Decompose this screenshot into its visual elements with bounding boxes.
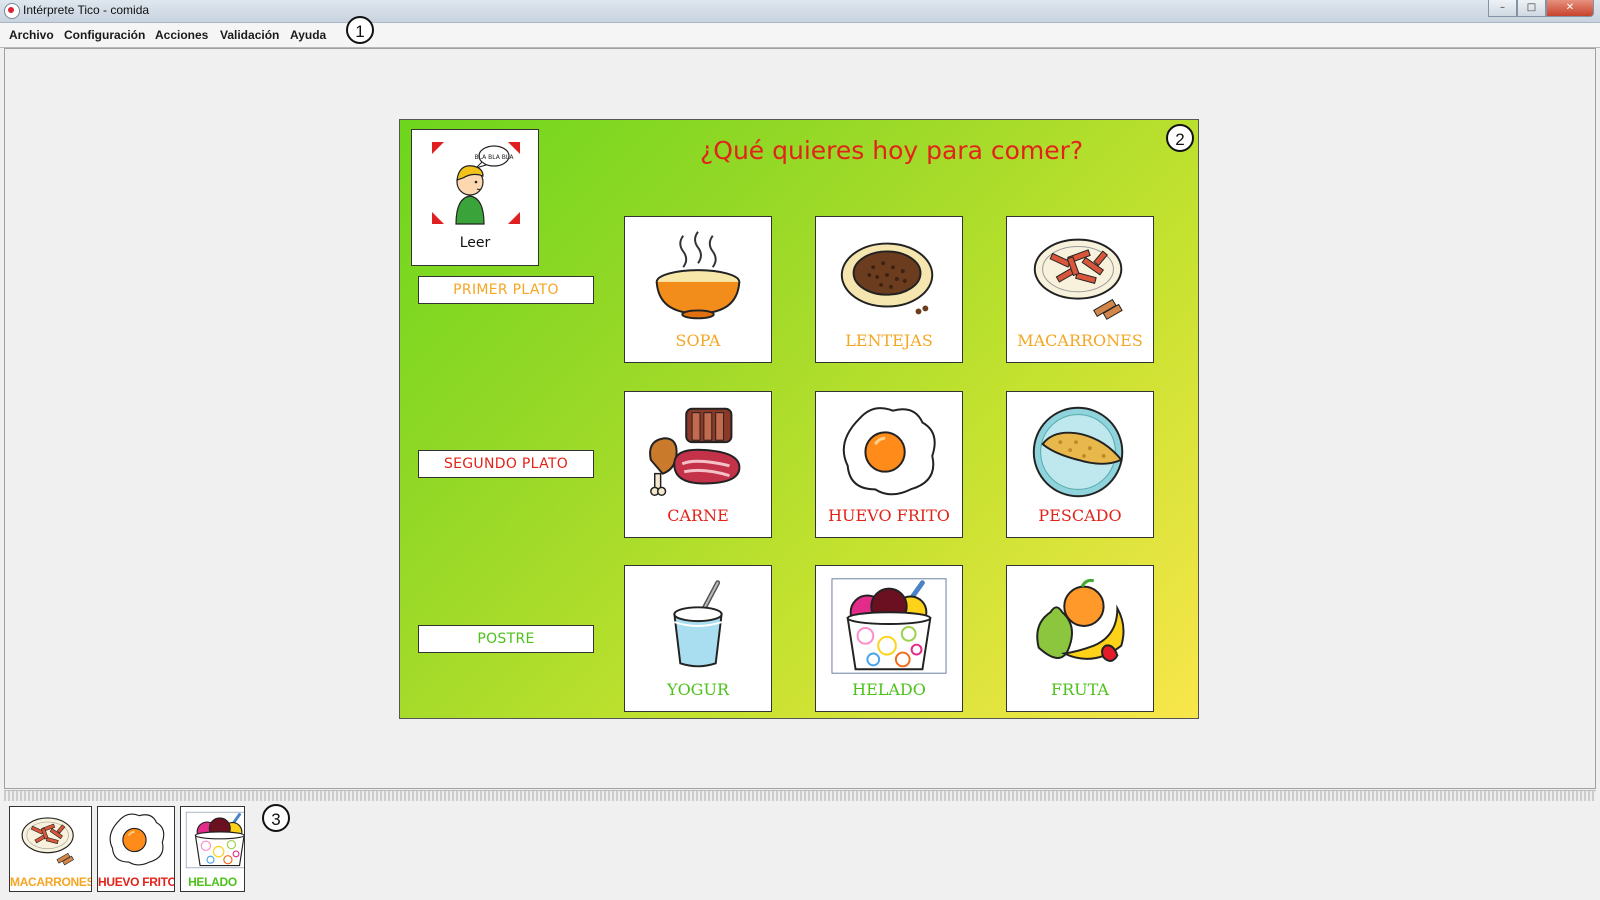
fried-egg-icon	[830, 402, 948, 502]
app-icon	[4, 3, 20, 19]
cell-helado[interactable]: HELADO	[815, 565, 963, 712]
selected-item-macarrones[interactable]: MACARRONES	[9, 806, 92, 892]
minimize-icon[interactable]: –	[1488, 0, 1517, 17]
selected-item-huevo-frito[interactable]: HUEVO FRITO	[97, 806, 175, 892]
soup-icon	[639, 227, 757, 327]
menu-bar: Archivo Configuración Acciones Validació…	[0, 16, 1600, 48]
cell-label: YOGUR	[667, 680, 729, 699]
selection-panel: MACARRONES HUEVO FRITO HELADO 3	[4, 801, 1596, 898]
meat-icon	[639, 402, 757, 502]
selected-item-label: HUEVO FRITO	[98, 875, 175, 889]
row-label-primer-plato: PRIMER PLATO	[418, 276, 594, 304]
macaroni-icon	[14, 811, 84, 869]
callout-2: 2	[1166, 124, 1194, 152]
leer-button[interactable]: BLA BLA BLA Leer	[411, 129, 539, 266]
callout-1: 1	[346, 16, 374, 44]
row-label-segundo-plato: SEGUNDO PLATO	[418, 450, 594, 478]
menu-archivo[interactable]: Archivo	[9, 28, 54, 42]
ice-cream-icon	[830, 576, 948, 676]
fish-icon	[1021, 402, 1139, 502]
cell-label: PESCADO	[1038, 506, 1122, 525]
maximize-icon[interactable]: □	[1517, 0, 1546, 17]
board-title: ¿Qué quieres hoy para comer?	[700, 136, 1084, 165]
cell-carne[interactable]: CARNE	[624, 391, 772, 538]
yogurt-icon	[639, 576, 757, 676]
window-controls: – □ ✕	[1488, 0, 1594, 17]
callout-3: 3	[262, 804, 290, 832]
menu-ayuda[interactable]: Ayuda	[290, 28, 326, 42]
selected-item-helado[interactable]: HELADO	[180, 806, 245, 892]
cell-label: CARNE	[667, 506, 729, 525]
cell-label: LENTEJAS	[845, 331, 933, 350]
cell-lentejas[interactable]: LENTEJAS	[815, 216, 963, 363]
fruit-icon	[1021, 576, 1139, 676]
speaking-boy-icon: BLA BLA BLA	[432, 142, 520, 225]
menu-acciones[interactable]: Acciones	[155, 28, 208, 42]
cell-pescado[interactable]: PESCADO	[1006, 391, 1154, 538]
title-bar: Intérprete Tico - comida – □ ✕	[0, 0, 1600, 23]
selected-item-label: MACARRONES	[10, 875, 92, 889]
cell-yogur[interactable]: YOGUR	[624, 565, 772, 712]
window-title: Intérprete Tico - comida	[23, 3, 150, 17]
speech-bubble-text: BLA BLA BLA	[475, 154, 515, 161]
cell-huevo-frito[interactable]: HUEVO FRITO	[815, 391, 963, 538]
leer-label: Leer	[459, 235, 491, 251]
cell-sopa[interactable]: SOPA	[624, 216, 772, 363]
cell-fruta[interactable]: FRUTA	[1006, 565, 1154, 712]
selected-item-label: HELADO	[188, 875, 237, 889]
macaroni-icon	[1021, 227, 1139, 327]
row-label-postre: POSTRE	[418, 625, 594, 653]
menu-configuracion[interactable]: Configuración	[64, 28, 145, 42]
cell-label: HELADO	[852, 680, 926, 699]
menu-validacion[interactable]: Validación	[220, 28, 279, 42]
cell-label: SOPA	[675, 331, 721, 350]
cell-label: MACARRONES	[1017, 331, 1143, 350]
cell-label: FRUTA	[1051, 680, 1109, 699]
lentils-icon	[830, 227, 948, 327]
fried-egg-icon	[102, 811, 172, 869]
communication-board: ¿Qué quieres hoy para comer? 2 BLA BLA B…	[399, 119, 1199, 719]
close-icon[interactable]: ✕	[1546, 0, 1594, 17]
cell-macarrones[interactable]: MACARRONES	[1006, 216, 1154, 363]
ice-cream-icon	[185, 811, 245, 869]
cell-label: HUEVO FRITO	[828, 506, 950, 525]
